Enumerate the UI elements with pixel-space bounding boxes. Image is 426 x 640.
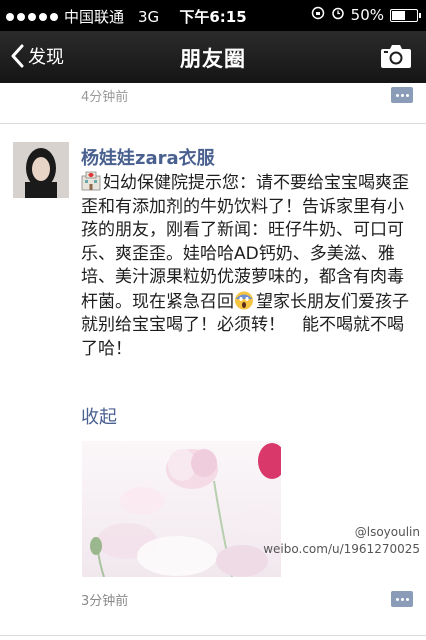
- camera-icon: [381, 45, 411, 68]
- post-author[interactable]: 杨娃娃zara衣服: [81, 144, 215, 170]
- previous-post-time: 4分钟前: [81, 90, 129, 105]
- post-divider: [0, 123, 426, 124]
- post-divider: [0, 635, 426, 636]
- watermark-handle: @lsoyoulin: [354, 525, 420, 539]
- post-text: 妇幼保健院提示您：请不要给宝宝喝爽歪歪和有添加剂的牛奶饮料了！告诉家里有小孩的朋…: [81, 171, 411, 361]
- scream-emoji-icon: [234, 290, 254, 310]
- watermark-url: weibo.com/u/1961270025: [263, 542, 420, 556]
- post-photo[interactable]: [82, 441, 281, 577]
- status-right: 50%: [311, 6, 421, 24]
- collapse-link[interactable]: 收起: [81, 403, 117, 429]
- rotation-lock-icon: [311, 6, 325, 24]
- battery-percent: 50%: [350, 6, 384, 24]
- battery-icon: [390, 8, 421, 22]
- flower-image: [82, 441, 281, 577]
- page-title: 朋友圈: [180, 47, 246, 71]
- post-time: 3分钟前: [81, 594, 129, 609]
- nav-bar: 发现 朋友圈: [0, 31, 426, 83]
- status-bar: 中国联通 3G 下午6:15 50%: [0, 0, 426, 31]
- hospital-icon: [81, 171, 101, 191]
- avatar[interactable]: [13, 142, 69, 198]
- weibo-watermark: @lsoyoulin weibo.com/u/1961270025: [263, 524, 420, 558]
- comment-button[interactable]: [391, 87, 413, 103]
- avatar-image: [13, 142, 69, 198]
- camera-button[interactable]: [380, 43, 412, 73]
- comment-button[interactable]: [391, 591, 413, 607]
- alarm-icon: [331, 6, 345, 24]
